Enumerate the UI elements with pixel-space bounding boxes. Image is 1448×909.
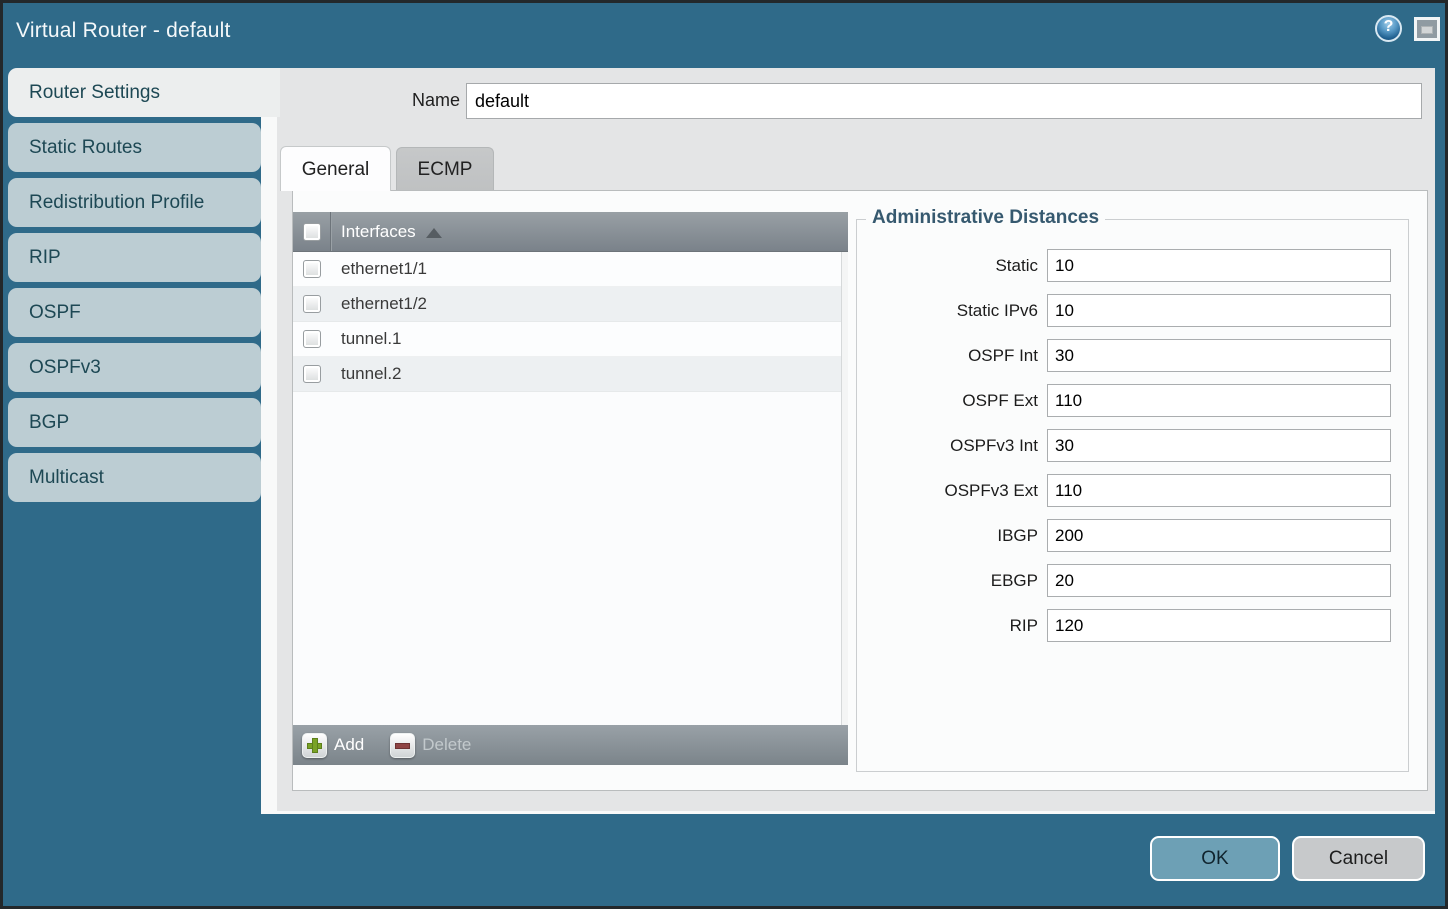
sidebar-item-multicast[interactable]: Multicast <box>8 453 261 502</box>
maximize-icon-inner <box>1421 26 1433 34</box>
interface-name: tunnel.2 <box>341 364 402 384</box>
cancel-button[interactable]: Cancel <box>1292 836 1425 881</box>
interfaces-column-header: Interfaces <box>341 222 416 242</box>
field-row-rip: RIP <box>857 609 1408 642</box>
name-label: Name <box>385 90 460 111</box>
virtual-router-dialog: Virtual Router - default Router Settings… <box>3 3 1445 906</box>
sidebar-item-router-settings[interactable]: Router Settings <box>8 68 280 117</box>
field-row-static: Static <box>857 249 1408 282</box>
field-row-static-ipv6: Static IPv6 <box>857 294 1408 327</box>
ospf-ext-input[interactable] <box>1047 384 1391 417</box>
field-row-ospf-ext: OSPF Ext <box>857 384 1408 417</box>
ibgp-input[interactable] <box>1047 519 1391 552</box>
ospfv3-ext-input[interactable] <box>1047 474 1391 507</box>
interfaces-table-header[interactable]: Interfaces <box>293 212 848 252</box>
maximize-icon[interactable] <box>1414 17 1440 41</box>
ospf-int-label: OSPF Int <box>857 346 1047 366</box>
static-input[interactable] <box>1047 249 1391 282</box>
sort-ascending-icon <box>426 228 442 238</box>
field-row-ebgp: EBGP <box>857 564 1408 597</box>
delete-button-label: Delete <box>422 735 471 755</box>
add-button-label: Add <box>334 735 364 755</box>
ok-button[interactable]: OK <box>1150 836 1280 881</box>
sidebar-item-static-routes[interactable]: Static Routes <box>8 123 261 172</box>
interfaces-table: Interfaces ethernet1/1 ethernet1/2 tunne… <box>293 212 848 765</box>
table-row-tunnel-2[interactable]: tunnel.2 <box>293 357 848 392</box>
row-checkbox[interactable] <box>303 330 321 348</box>
ospfv3-int-input[interactable] <box>1047 429 1391 462</box>
sidebar: Router Settings Static Routes Redistribu… <box>8 68 288 508</box>
name-input[interactable] <box>466 83 1422 119</box>
field-row-ospfv3-int: OSPFv3 Int <box>857 429 1408 462</box>
ibgp-label: IBGP <box>857 526 1047 546</box>
interface-name: ethernet1/2 <box>341 294 427 314</box>
ospf-ext-label: OSPF Ext <box>857 391 1047 411</box>
dialog-frame: Virtual Router - default Router Settings… <box>0 0 1448 909</box>
administrative-distances-legend: Administrative Distances <box>866 207 1105 229</box>
sidebar-item-bgp[interactable]: BGP <box>8 398 261 447</box>
row-checkbox[interactable] <box>303 260 321 278</box>
static-ipv6-input[interactable] <box>1047 294 1391 327</box>
table-scrollbar[interactable] <box>841 252 848 725</box>
row-checkbox[interactable] <box>303 365 321 383</box>
table-row-tunnel-1[interactable]: tunnel.1 <box>293 322 848 357</box>
plus-icon <box>302 733 327 758</box>
administrative-distances-fieldset: Administrative Distances Static Static I… <box>856 219 1409 772</box>
table-row-ethernet1-2[interactable]: ethernet1/2 <box>293 287 848 322</box>
ospfv3-ext-label: OSPFv3 Ext <box>857 481 1047 501</box>
sidebar-item-rip[interactable]: RIP <box>8 233 261 282</box>
ebgp-label: EBGP <box>857 571 1047 591</box>
field-row-ospf-int: OSPF Int <box>857 339 1408 372</box>
field-row-ibgp: IBGP <box>857 519 1408 552</box>
tab-general[interactable]: General <box>280 146 391 191</box>
ospf-int-input[interactable] <box>1047 339 1391 372</box>
rip-label: RIP <box>857 616 1047 636</box>
static-ipv6-label: Static IPv6 <box>857 301 1047 321</box>
sidebar-item-redistribution-profile[interactable]: Redistribution Profile <box>8 178 261 227</box>
delete-button[interactable]: Delete <box>390 733 471 758</box>
select-all-checkbox[interactable] <box>303 223 321 241</box>
minus-icon <box>390 733 415 758</box>
table-row-ethernet1-1[interactable]: ethernet1/1 <box>293 252 848 287</box>
tab-ecmp[interactable]: ECMP <box>396 147 494 190</box>
dialog-title: Virtual Router - default <box>16 19 231 43</box>
interface-name: tunnel.1 <box>341 329 402 349</box>
row-checkbox[interactable] <box>303 295 321 313</box>
field-row-ospfv3-ext: OSPFv3 Ext <box>857 474 1408 507</box>
sidebar-item-ospfv3[interactable]: OSPFv3 <box>8 343 261 392</box>
add-button[interactable]: Add <box>302 733 364 758</box>
table-toolbar: Add Delete <box>293 725 848 765</box>
interface-name: ethernet1/1 <box>341 259 427 279</box>
ebgp-input[interactable] <box>1047 564 1391 597</box>
sidebar-item-ospf[interactable]: OSPF <box>8 288 261 337</box>
static-label: Static <box>857 256 1047 276</box>
ospfv3-int-label: OSPFv3 Int <box>857 436 1047 456</box>
administrative-distances-fields: Static Static IPv6 OSPF Int OSPF Ext OSP… <box>857 220 1408 642</box>
rip-input[interactable] <box>1047 609 1391 642</box>
table-empty-area <box>293 392 848 725</box>
help-icon[interactable] <box>1375 15 1402 42</box>
